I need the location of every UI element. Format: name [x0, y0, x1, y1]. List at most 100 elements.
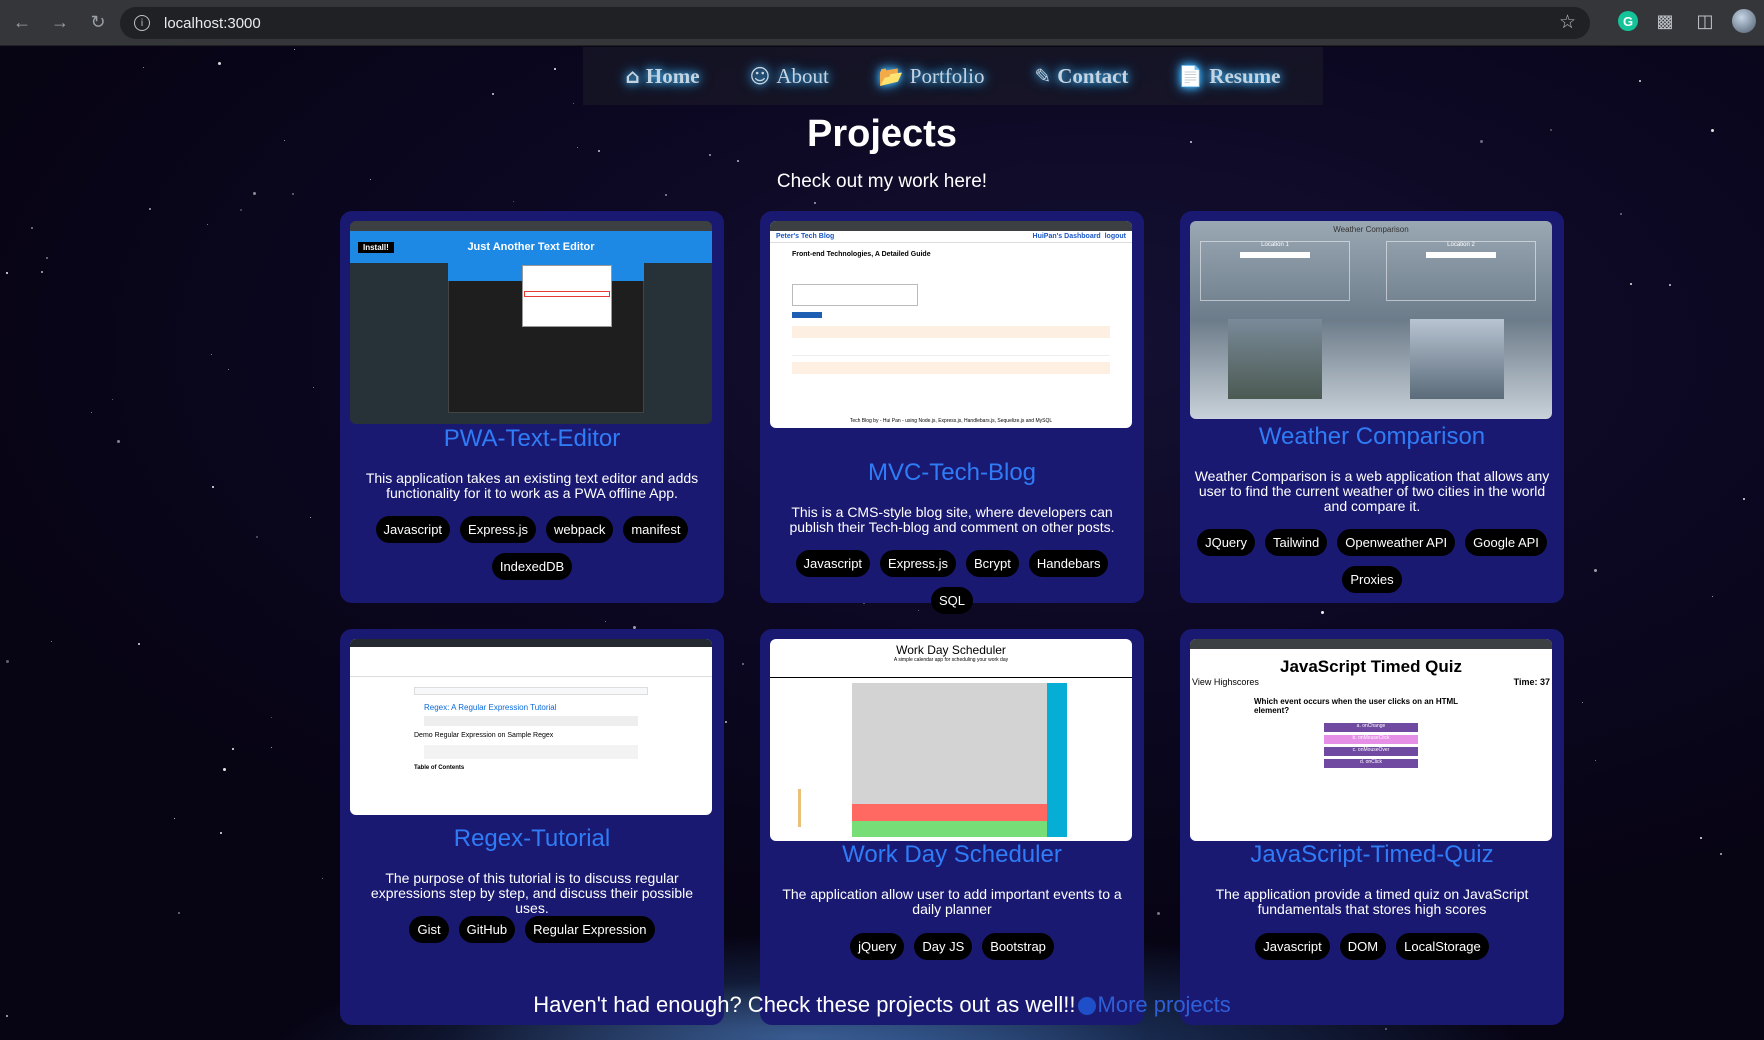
- reload-icon[interactable]: ↻: [80, 5, 116, 41]
- project-screenshot[interactable]: JavaScript Timed Quiz View Highscores Ti…: [1190, 639, 1552, 841]
- project-card: JavaScript Timed Quiz View Highscores Ti…: [1180, 629, 1564, 1025]
- star: [322, 878, 323, 879]
- project-title-link[interactable]: Work Day Scheduler: [760, 841, 1144, 869]
- nav-about[interactable]: ☺ About: [750, 64, 829, 89]
- footer-text: Haven't had enough? Check these projects…: [533, 992, 1076, 1017]
- thumb-editor-title: Just Another Text Editor: [467, 241, 595, 253]
- star: [294, 49, 295, 50]
- tag-list: Gist GitHub Regular Expression: [350, 916, 714, 943]
- nav-home[interactable]: ⌂ Home: [626, 64, 700, 89]
- star: [1157, 912, 1160, 915]
- project-title-link[interactable]: Regex-Tutorial: [340, 825, 724, 853]
- star: [310, 517, 311, 518]
- star: [223, 768, 226, 771]
- star: [174, 818, 175, 819]
- project-title-link[interactable]: PWA-Text-Editor: [340, 425, 724, 453]
- grammarly-extension-icon[interactable]: G: [1618, 11, 1638, 31]
- project-title-link[interactable]: MVC-Tech-Blog: [760, 459, 1144, 487]
- star: [1700, 837, 1702, 839]
- address-bar[interactable]: i localhost:3000 ☆: [120, 7, 1590, 39]
- tag: Regular Expression: [525, 916, 655, 943]
- home-icon: ⌂: [625, 64, 640, 88]
- star: [1321, 611, 1324, 614]
- star: [6, 660, 9, 663]
- tag: Tailwind: [1264, 529, 1328, 556]
- thumb-weather-title: Weather Comparison: [1333, 225, 1409, 234]
- tag: Proxies: [1342, 566, 1402, 593]
- tag: LocalStorage: [1396, 933, 1489, 960]
- forward-arrow-icon[interactable]: →: [42, 5, 78, 41]
- bookmark-star-icon[interactable]: ☆: [1559, 11, 1576, 33]
- project-title-link[interactable]: JavaScript-Timed-Quiz: [1180, 841, 1564, 869]
- star: [207, 224, 208, 225]
- nav-home-label: Home: [645, 63, 700, 88]
- more-projects-icon[interactable]: [1077, 997, 1096, 1016]
- project-card: Weather Comparison Location 1 Location 2…: [1180, 211, 1564, 603]
- star: [742, 663, 744, 665]
- side-panel-icon[interactable]: ◫: [1692, 8, 1718, 34]
- star: [1595, 760, 1596, 761]
- star: [492, 93, 494, 95]
- more-projects-link[interactable]: More projects: [1098, 992, 1231, 1017]
- thumb-blog-footer: Tech Blog by - Hui Pan - using Node.js, …: [849, 418, 1053, 424]
- star: [218, 62, 221, 65]
- project-screenshot[interactable]: Install! Just Another Text Editor: [350, 221, 712, 424]
- profile-avatar[interactable]: [1732, 9, 1756, 33]
- tag: Express.js: [460, 516, 537, 543]
- star: [737, 160, 739, 162]
- url-text: localhost:3000: [164, 14, 261, 32]
- tag: Javascript: [795, 550, 871, 577]
- star: [1639, 80, 1641, 82]
- project-description: Weather Comparison is a web application …: [1194, 468, 1550, 514]
- thumb-quiz-option: d. onClick: [1324, 759, 1418, 768]
- tag: manifest: [623, 516, 689, 543]
- star: [573, 103, 574, 104]
- project-description: This application takes an existing text …: [365, 470, 699, 501]
- back-arrow-icon[interactable]: ←: [4, 5, 40, 41]
- star: [46, 257, 48, 259]
- project-title-link[interactable]: Weather Comparison: [1180, 423, 1564, 451]
- star: [1582, 702, 1583, 703]
- tag: Day JS: [914, 933, 973, 960]
- star: [220, 832, 222, 834]
- thumb-quiz-option: a. onChange: [1324, 723, 1418, 732]
- star: [256, 536, 258, 538]
- star: [41, 271, 43, 273]
- folder-open-icon: 📂: [878, 64, 904, 88]
- main-nav: ⌂ Home ☺ About 📂 Portfolio ✎ Contact 📄 Resume: [583, 47, 1323, 105]
- star: [228, 369, 229, 370]
- thumb-regex-title: Regex: A Regular Expression Tutorial: [424, 703, 557, 712]
- nav-about-label: About: [776, 63, 829, 88]
- star: [1669, 284, 1671, 286]
- project-screenshot[interactable]: Weather Comparison Location 1 Location 2: [1190, 221, 1552, 419]
- tag-list: Javascript Express.js Bcrypt Handebars S…: [770, 550, 1134, 614]
- thumb-regex-subtitle: Demo Regular Expression on Sample Regex: [414, 732, 554, 739]
- project-screenshot[interactable]: Work Day Scheduler A simple calendar app…: [770, 639, 1132, 841]
- star: [112, 399, 113, 400]
- tag-list: JQuery Tailwind Openweather API Google A…: [1190, 529, 1554, 593]
- star: [1712, 596, 1713, 597]
- star: [1620, 213, 1622, 215]
- thumb-quiz-option: b. onMouseClick: [1324, 735, 1418, 744]
- star: [51, 641, 52, 642]
- thumb-weather-loc2: Location 2: [1447, 242, 1475, 248]
- project-description: This is a CMS-style blog site, where dev…: [789, 504, 1115, 535]
- nav-contact-label: Contact: [1057, 63, 1129, 88]
- project-screenshot[interactable]: Regex: A Regular Expression Tutorial Dem…: [350, 639, 712, 815]
- project-card: Regex: A Regular Expression Tutorial Dem…: [340, 629, 724, 1025]
- project-screenshot[interactable]: Peter's Tech Blog HuiPan's Dashboard log…: [770, 221, 1132, 428]
- tag: jQuery: [850, 933, 905, 960]
- star: [271, 747, 272, 748]
- star: [149, 208, 151, 210]
- edit-icon: ✎: [1034, 64, 1052, 88]
- extensions-puzzle-icon[interactable]: ▩: [1652, 8, 1678, 34]
- nav-contact[interactable]: ✎ Contact: [1034, 64, 1128, 89]
- star: [1385, 1028, 1387, 1030]
- page-content: ⌂ Home ☺ About 📂 Portfolio ✎ Contact 📄 Resume…: [0, 47, 1764, 1040]
- star: [232, 748, 234, 750]
- info-icon[interactable]: i: [134, 15, 150, 31]
- footer-callout: Haven't had enough? Check these projects…: [0, 992, 1764, 1018]
- nav-portfolio[interactable]: 📂 Portfolio: [879, 64, 985, 89]
- nav-resume[interactable]: 📄 Resume: [1178, 64, 1280, 89]
- star: [178, 912, 180, 914]
